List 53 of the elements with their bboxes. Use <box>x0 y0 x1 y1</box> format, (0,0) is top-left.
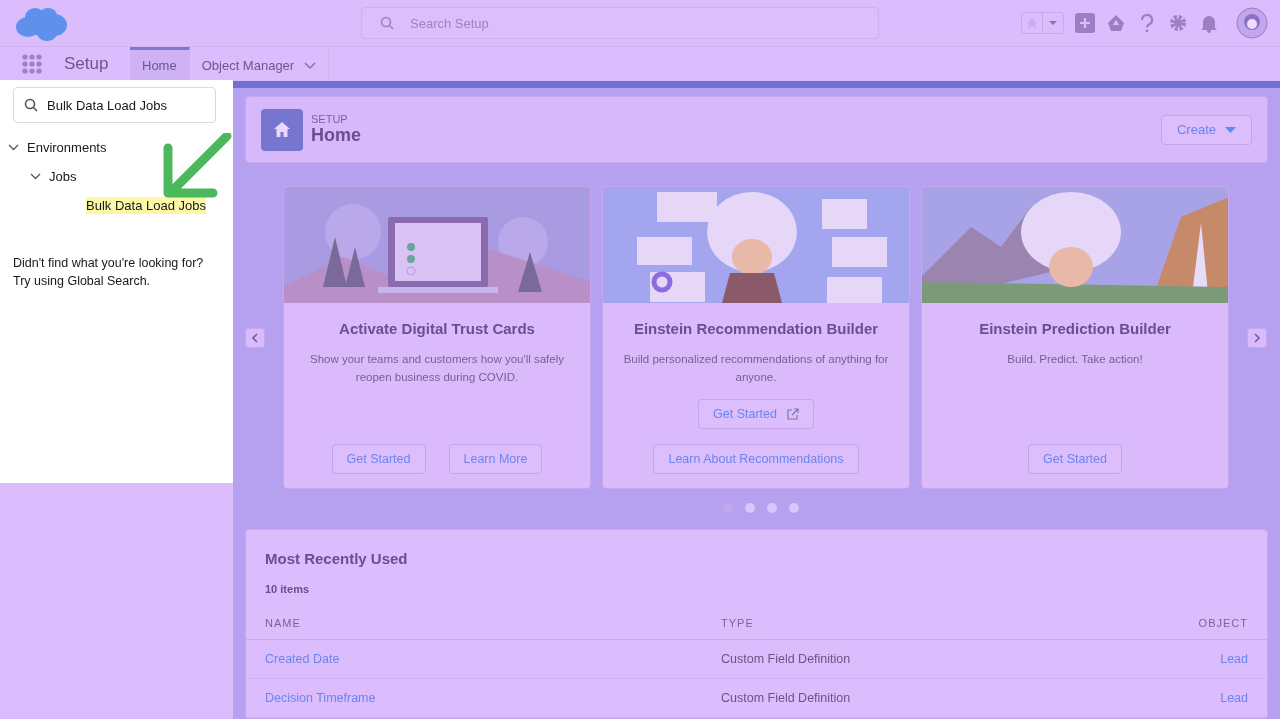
notifications-icon[interactable] <box>1199 13 1219 33</box>
search-field[interactable]: Bulk Data Load Jobs <box>13 87 216 123</box>
chevron-down-icon[interactable] <box>8 142 19 153</box>
card-description: Show your teams and customers how you'll safely reopen business during COVID. <box>308 352 565 385</box>
card-title: Einstein Prediction Builder <box>979 320 1171 337</box>
record-link[interactable]: Created Date <box>265 652 340 666</box>
carousel-dot[interactable] <box>788 503 799 513</box>
help-message: Didn't find what you're looking for? Try using Global Search. <box>13 255 205 290</box>
caret-down-icon <box>1225 126 1236 133</box>
card-description: Build. Predict. Take action! <box>1007 352 1143 367</box>
tree-item[interactable]: Environments <box>27 139 107 156</box>
table-cell: Custom Field Definition <box>702 639 1074 679</box>
object-link[interactable]: Lead <box>1220 652 1248 666</box>
column-header: TYPE <box>702 617 1074 640</box>
add-icon[interactable] <box>1075 13 1095 33</box>
chevron-left-icon <box>251 332 259 343</box>
next-button[interactable] <box>1247 327 1267 348</box>
section-title: Most Recently Used <box>265 550 409 567</box>
carousel-dot[interactable] <box>766 503 777 513</box>
search-icon <box>380 16 394 30</box>
table-cell: Custom Field Definition <box>702 678 1074 718</box>
avatar-icon[interactable] <box>1236 7 1268 39</box>
page-eyebrow: SETUP <box>311 113 349 125</box>
app-launcher-icon[interactable] <box>22 54 42 74</box>
item-count: 10 items <box>265 583 311 595</box>
card-title: Einstein Recommendation Builder <box>633 320 879 337</box>
nav-tab[interactable]: Home <box>130 47 190 81</box>
page-title: Home <box>311 125 361 146</box>
card-description: Build personalized recommendations of anything for anyone. <box>622 352 890 385</box>
trailhead-icon[interactable] <box>1106 13 1126 33</box>
favorites-control[interactable] <box>1021 12 1064 34</box>
app-name: Setup <box>64 53 110 75</box>
card-title: Activate Digital Trust Cards <box>339 320 535 337</box>
object-link[interactable]: Lead <box>1220 691 1248 705</box>
card-button[interactable]: Get Started <box>331 444 426 474</box>
card-button[interactable]: Get Started <box>698 399 814 429</box>
search-icon <box>24 98 38 112</box>
home-icon <box>261 108 303 151</box>
tree-item[interactable]: Bulk Data Load Jobs <box>86 197 206 214</box>
previous-button[interactable] <box>245 327 265 348</box>
column-header: NAME <box>246 617 702 640</box>
card-button[interactable]: Get Started <box>1028 444 1122 474</box>
create-button[interactable]: Create <box>1160 114 1252 145</box>
column-header: OBJECT <box>1073 617 1267 640</box>
record-link[interactable]: Decision Timeframe <box>265 691 376 705</box>
search-field[interactable]: Search Setup <box>361 7 879 39</box>
card-button[interactable]: Learn About Recommendations <box>653 444 859 474</box>
settings-icon[interactable] <box>1168 13 1188 33</box>
chevron-down-icon[interactable] <box>30 171 41 182</box>
carousel-dot[interactable] <box>744 503 755 513</box>
chevron-right-icon <box>1253 332 1261 343</box>
card-button[interactable]: Learn More <box>448 444 543 474</box>
tree-item[interactable]: Jobs <box>49 168 77 185</box>
